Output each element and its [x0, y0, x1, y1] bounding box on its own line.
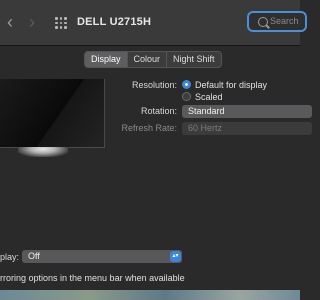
display-pane: Display Colour Night Shift Resolution: D…: [0, 46, 312, 300]
grid-icon[interactable]: [55, 17, 67, 29]
airplay-value: Off: [28, 251, 40, 261]
resolution-scaled-label: Scaled: [195, 92, 223, 102]
monitor-image: [0, 79, 105, 148]
search-placeholder: Search: [270, 16, 299, 26]
search-icon: [258, 17, 268, 27]
resolution-label: Resolution:: [131, 80, 177, 90]
tab-night-shift[interactable]: Night Shift: [166, 52, 221, 67]
airplay-label: play:: [0, 252, 20, 262]
resolution-scaled-radio[interactable]: Scaled: [182, 92, 223, 102]
radio-selected-icon: [182, 80, 191, 89]
monitor-stand-image: [18, 147, 68, 157]
refresh-rate-select: 60 Hertz: [182, 122, 312, 135]
airplay-select[interactable]: Off ▴▾: [22, 250, 182, 263]
mirroring-option[interactable]: rroring options in the menu bar when ava…: [0, 273, 185, 283]
desktop-background: [0, 290, 300, 300]
window-toolbar: ‹ › DELL U2715H Search: [0, 0, 307, 46]
resolution-default-label: Default for display: [195, 80, 268, 90]
window-title: DELL U2715H: [77, 16, 152, 28]
back-arrow-icon[interactable]: ‹: [7, 13, 13, 31]
radio-unselected-icon: [182, 92, 191, 101]
refresh-rate-label: Refresh Rate:: [121, 123, 177, 133]
rotation-select[interactable]: Standard: [182, 105, 312, 118]
tab-colour[interactable]: Colour: [126, 52, 167, 67]
tab-display[interactable]: Display: [85, 52, 127, 67]
resolution-default-radio[interactable]: Default for display: [182, 80, 267, 90]
forward-arrow-icon[interactable]: ›: [29, 13, 35, 31]
chevron-updown-icon: ▴▾: [170, 251, 181, 262]
rotation-label: Rotation:: [140, 106, 177, 116]
tab-bar: Display Colour Night Shift: [84, 51, 222, 68]
search-field[interactable]: Search: [247, 11, 307, 32]
mirroring-label: rroring options in the menu bar when ava…: [0, 273, 185, 283]
